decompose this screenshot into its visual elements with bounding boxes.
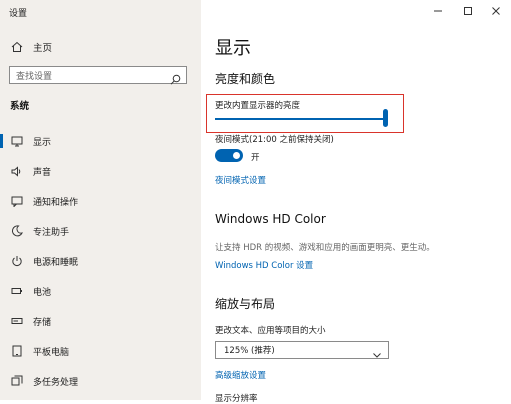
scale-dropdown-value: 125% (推荐) xyxy=(224,346,275,356)
scale-label: 更改文本、应用等项目的大小 xyxy=(215,326,326,336)
night-light-state: 开 xyxy=(251,153,260,163)
night-light-toggle[interactable] xyxy=(215,149,243,162)
sidebar-item-label: 电池 xyxy=(33,287,52,298)
active-indicator xyxy=(0,134,3,148)
sidebar-item-battery[interactable]: 电池 xyxy=(0,281,201,301)
power-icon xyxy=(10,255,24,267)
maximize-icon xyxy=(464,7,472,15)
search-input[interactable]: 查找设置 xyxy=(9,66,187,85)
hdr-settings-link[interactable]: Windows HD Color 设置 xyxy=(215,259,313,271)
speaker-icon xyxy=(10,165,24,177)
highlight-box xyxy=(206,94,404,133)
advanced-scaling-link[interactable]: 高级缩放设置 xyxy=(215,369,266,381)
minimize-button[interactable] xyxy=(430,4,446,18)
search-icon[interactable] xyxy=(170,70,181,89)
hdr-heading: Windows HD Color xyxy=(215,212,326,226)
battery-icon xyxy=(10,286,24,296)
sidebar-item-label: 存储 xyxy=(33,317,52,328)
night-light-label: 夜间模式(21:00 之前保持关闭) xyxy=(215,135,334,145)
main-panel: 显示 亮度和颜色 更改内置显示器的亮度 夜间模式(21:00 之前保持关闭) 开… xyxy=(201,0,511,404)
sidebar-item-label: 通知和操作 xyxy=(33,197,79,208)
tablet-icon xyxy=(10,345,24,357)
sidebar-item-display[interactable]: 显示 xyxy=(0,131,201,151)
maximize-button[interactable] xyxy=(460,4,476,18)
home-icon xyxy=(10,41,24,53)
scale-dropdown[interactable]: 125% (推荐) xyxy=(215,341,389,359)
scale-layout-heading: 缩放与布局 xyxy=(215,297,276,311)
minimize-icon xyxy=(434,10,442,12)
monitor-icon xyxy=(10,136,24,147)
close-icon xyxy=(492,7,500,15)
sidebar-item-label: 专注助手 xyxy=(33,227,70,238)
sidebar-item-label: 显示 xyxy=(33,137,52,148)
sidebar-item-focus-assist[interactable]: 专注助手 xyxy=(0,221,201,241)
home-nav-item[interactable]: 主页 xyxy=(10,39,52,55)
window-title: 设置 xyxy=(9,9,28,19)
resolution-label: 显示分辨率 xyxy=(215,394,258,404)
sidebar-item-power-sleep[interactable]: 电源和睡眠 xyxy=(0,251,201,271)
sidebar-item-sound[interactable]: 声音 xyxy=(0,161,201,181)
sidebar-item-label: 多任务处理 xyxy=(33,377,79,388)
search-placeholder: 查找设置 xyxy=(16,72,53,82)
night-light-settings-link[interactable]: 夜间模式设置 xyxy=(215,174,266,186)
sidebar-item-label: 电源和睡眠 xyxy=(33,257,79,268)
close-button[interactable] xyxy=(488,4,504,18)
page-title: 显示 xyxy=(215,38,251,59)
notification-icon xyxy=(10,196,24,207)
sidebar: 设置 主页 查找设置 系统 显示 声音 通知和操作 专注助手 电源和睡眠 电池 … xyxy=(0,0,201,400)
sidebar-item-label: 声音 xyxy=(33,167,52,178)
section-label-system: 系统 xyxy=(10,101,30,112)
sidebar-item-storage[interactable]: 存储 xyxy=(0,311,201,331)
hdr-description: 让支持 HDR 的视频、游戏和应用的画面更明亮、更生动。 xyxy=(215,243,435,253)
home-label: 主页 xyxy=(33,43,53,54)
sidebar-item-multitasking[interactable]: 多任务处理 xyxy=(0,371,201,391)
sidebar-item-tablet[interactable]: 平板电脑 xyxy=(0,341,201,361)
chevron-down-icon xyxy=(372,345,382,364)
brightness-color-heading: 亮度和颜色 xyxy=(215,72,276,86)
sidebar-item-notifications[interactable]: 通知和操作 xyxy=(0,191,201,211)
multitask-icon xyxy=(10,375,24,387)
sidebar-item-label: 平板电脑 xyxy=(33,347,70,358)
moon-icon xyxy=(10,225,24,237)
toggle-knob xyxy=(233,152,240,159)
storage-icon xyxy=(10,316,24,326)
